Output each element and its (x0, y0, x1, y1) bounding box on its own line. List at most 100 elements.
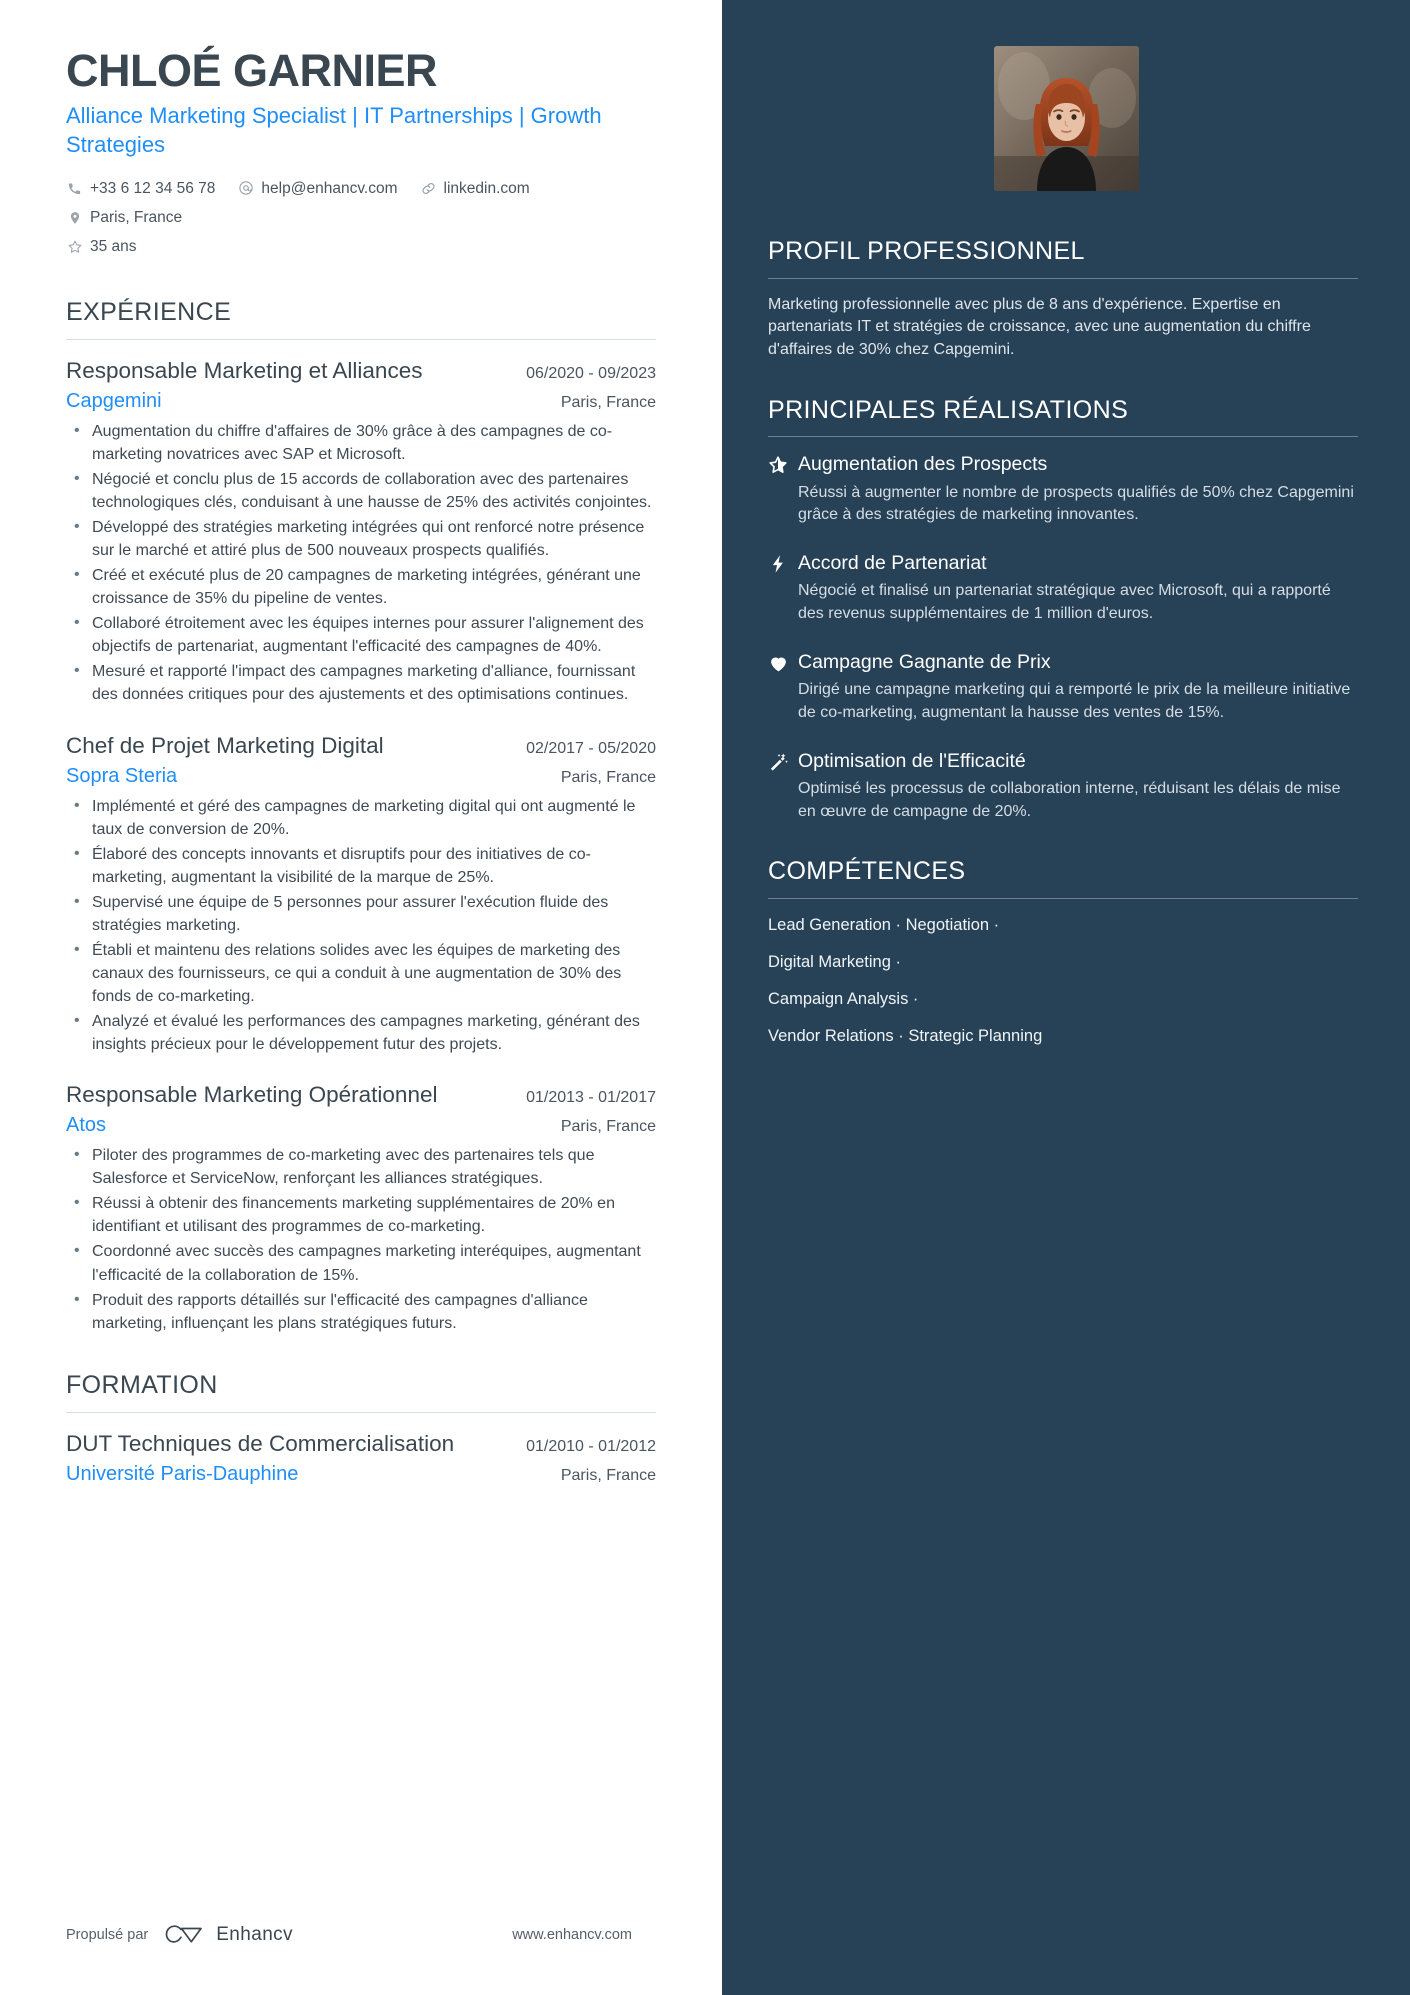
list-item: Supervisé une équipe de 5 personnes pour… (66, 890, 656, 937)
contact-email-text: help@enhancv.com (261, 179, 398, 197)
experience-entry-header: Responsable Marketing Opérationnel 01/20… (66, 1080, 656, 1109)
page-title: CHLOÉ GARNIER (66, 45, 438, 96)
achievements-section-title: PRINCIPALES RÉALISATIONS (768, 395, 1129, 424)
experience-entry-subheader: Sopra Steria Paris, France (66, 763, 656, 789)
job-date: 06/2020 - 09/2023 (526, 364, 656, 382)
footer-brand-name: Enhancv (216, 1924, 293, 1945)
achievement-title: Accord de Partenariat (798, 551, 987, 574)
sidebar-content: PROFIL PROFESSIONNEL Marketing professio… (722, 191, 1410, 1049)
list-item: Produit des rapports détaillés sur l'eff… (66, 1288, 656, 1335)
school-name[interactable]: Université Paris-Dauphine (66, 1461, 298, 1487)
achievement-item: Augmentation des Prospects Réussi à augm… (768, 452, 1358, 527)
experience-entry-header: Responsable Marketing et Alliances 06/20… (66, 356, 656, 385)
list-item: Mesuré et rapporté l'impact des campagne… (66, 659, 656, 706)
skill-line: Vendor Relations · Strategic Planning (768, 1026, 1043, 1045)
skill-line: Digital Marketing · (768, 952, 901, 971)
achievement-body: Campagne Gagnante de Prix Dirigé une cam… (798, 650, 1358, 725)
half-star-icon (768, 452, 798, 527)
job-location: Paris, France (560, 768, 656, 786)
experience-entry-header: Chef de Projet Marketing Digital 02/2017… (66, 731, 656, 760)
achievement-body: Accord de Partenariat Négocié et finalis… (798, 551, 1358, 626)
experience-entry: Responsable Marketing Opérationnel 01/20… (66, 1080, 656, 1335)
achievement-description: Optimisé les processus de collaboration … (798, 779, 1341, 820)
avatar (993, 46, 1139, 191)
sidebar: PROFIL PROFESSIONNEL Marketing professio… (722, 0, 1410, 1995)
contact-location-text: Paris, France (90, 209, 183, 227)
sidebar-divider (768, 277, 1358, 279)
footer-website[interactable]: www.enhancv.com (512, 1927, 656, 1943)
education-entry: DUT Techniques de Commercialisation 01/2… (66, 1429, 656, 1487)
resume-header: CHLOÉ GARNIER Alliance Marketing Special… (66, 45, 656, 262)
degree-date: 01/2010 - 01/2012 (526, 1437, 656, 1455)
job-location: Paris, France (560, 394, 656, 412)
company-name[interactable]: Capgemini (66, 388, 162, 414)
contact-linkedin-text: linkedin.com (443, 179, 530, 197)
professional-headline: Alliance Marketing Specialist | IT Partn… (66, 103, 602, 157)
enhancv-logo: Enhancv (161, 1922, 293, 1948)
contact-phone[interactable]: +33 6 12 34 56 78 (66, 174, 215, 203)
achievement-description: Négocié et finalisé un partenariat strat… (798, 582, 1331, 623)
link-icon (420, 180, 437, 197)
job-title: Responsable Marketing et Alliances (66, 357, 423, 383)
contact-email[interactable]: help@enhancv.com (237, 174, 398, 203)
list-item: Implémenté et géré des campagnes de mark… (66, 794, 656, 841)
experience-section: EXPÉRIENCE Responsable Marketing et Alli… (66, 298, 656, 1335)
experience-entry-subheader: Capgemini Paris, France (66, 388, 656, 414)
list-item: Établi et maintenu des relations solides… (66, 938, 656, 1008)
footer-powered-by: Propulsé par Enhancv (66, 1922, 293, 1948)
contact-age: 35 ans (66, 232, 137, 261)
footer-powered-by-label: Propulsé par (66, 1927, 149, 1943)
company-name[interactable]: Atos (66, 1112, 106, 1138)
list-item: Coordonné avec succès des campagnes mark… (66, 1239, 656, 1286)
contact-location: Paris, France (66, 203, 182, 232)
job-title: Responsable Marketing Opérationnel (66, 1082, 438, 1108)
list-item: Créé et exécuté plus de 20 campagnes de … (66, 563, 656, 610)
job-bullets: Implémenté et géré des campagnes de mark… (66, 794, 656, 1056)
education-entry-subheader: Université Paris-Dauphine Paris, France (66, 1461, 656, 1487)
sidebar-divider (768, 436, 1358, 438)
achievement-body: Augmentation des Prospects Réussi à augm… (798, 452, 1358, 527)
profile-summary-text: Marketing professionnelle avec plus de 8… (768, 295, 1311, 358)
job-bullets: Piloter des programmes de co-marketing a… (66, 1143, 656, 1335)
magic-wand-icon (768, 749, 798, 824)
list-item: Analyzé et évalué les performances des c… (66, 1009, 656, 1056)
achievement-title: Optimisation de l'Efficacité (798, 749, 1026, 772)
achievement-title: Augmentation des Prospects (798, 453, 1048, 476)
sidebar-divider (768, 897, 1358, 899)
company-name[interactable]: Sopra Steria (66, 763, 177, 789)
education-section: FORMATION DUT Techniques de Commercialis… (66, 1371, 656, 1487)
profile-section: PROFIL PROFESSIONNEL Marketing professio… (768, 237, 1358, 362)
list-item: Piloter des programmes de co-marketing a… (66, 1143, 656, 1190)
lightning-bolt-icon (768, 551, 798, 626)
contact-row-primary: +33 6 12 34 56 78 help@enhancv.com linke… (66, 174, 656, 233)
section-divider (66, 338, 656, 340)
email-icon (237, 180, 254, 197)
skill-line: Campaign Analysis · (768, 989, 919, 1008)
list-item: Négocié et conclu plus de 15 accords de … (66, 467, 656, 514)
education-section-title: FORMATION (66, 1370, 218, 1399)
achievement-body: Optimisation de l'Efficacité Optimisé le… (798, 749, 1358, 824)
contact-block: +33 6 12 34 56 78 help@enhancv.com linke… (66, 174, 656, 262)
contact-linkedin[interactable]: linkedin.com (420, 174, 530, 203)
experience-entry: Chef de Projet Marketing Digital 02/2017… (66, 731, 656, 1057)
list-item: Augmentation du chiffre d'affaires de 30… (66, 419, 656, 466)
education-entry-header: DUT Techniques de Commercialisation 01/2… (66, 1429, 656, 1458)
experience-entry: Responsable Marketing et Alliances 06/20… (66, 356, 656, 707)
skill-line: Lead Generation · Negotiation · (768, 915, 1000, 934)
profile-section-title: PROFIL PROFESSIONNEL (768, 237, 1085, 265)
location-pin-icon (66, 209, 83, 226)
job-date: 01/2013 - 01/2017 (526, 1089, 656, 1107)
phone-icon (66, 180, 83, 197)
list-item: Développé des stratégies marketing intég… (66, 515, 656, 562)
contact-row-secondary: 35 ans (66, 232, 656, 261)
achievement-item: Optimisation de l'Efficacité Optimisé le… (768, 749, 1358, 824)
achievement-description: Dirigé une campagne marketing qui a remp… (798, 681, 1351, 721)
job-location: Paris, France (560, 1118, 656, 1136)
contact-age-text: 35 ans (90, 238, 137, 256)
main-column: CHLOÉ GARNIER Alliance Marketing Special… (0, 0, 722, 1995)
job-bullets: Augmentation du chiffre d'affaires de 30… (66, 419, 656, 706)
experience-section-title: EXPÉRIENCE (66, 297, 232, 326)
achievement-description: Réussi à augmenter le nombre de prospect… (798, 483, 1354, 524)
avatar-wrap (722, 0, 1410, 191)
experience-entry-subheader: Atos Paris, France (66, 1112, 656, 1138)
